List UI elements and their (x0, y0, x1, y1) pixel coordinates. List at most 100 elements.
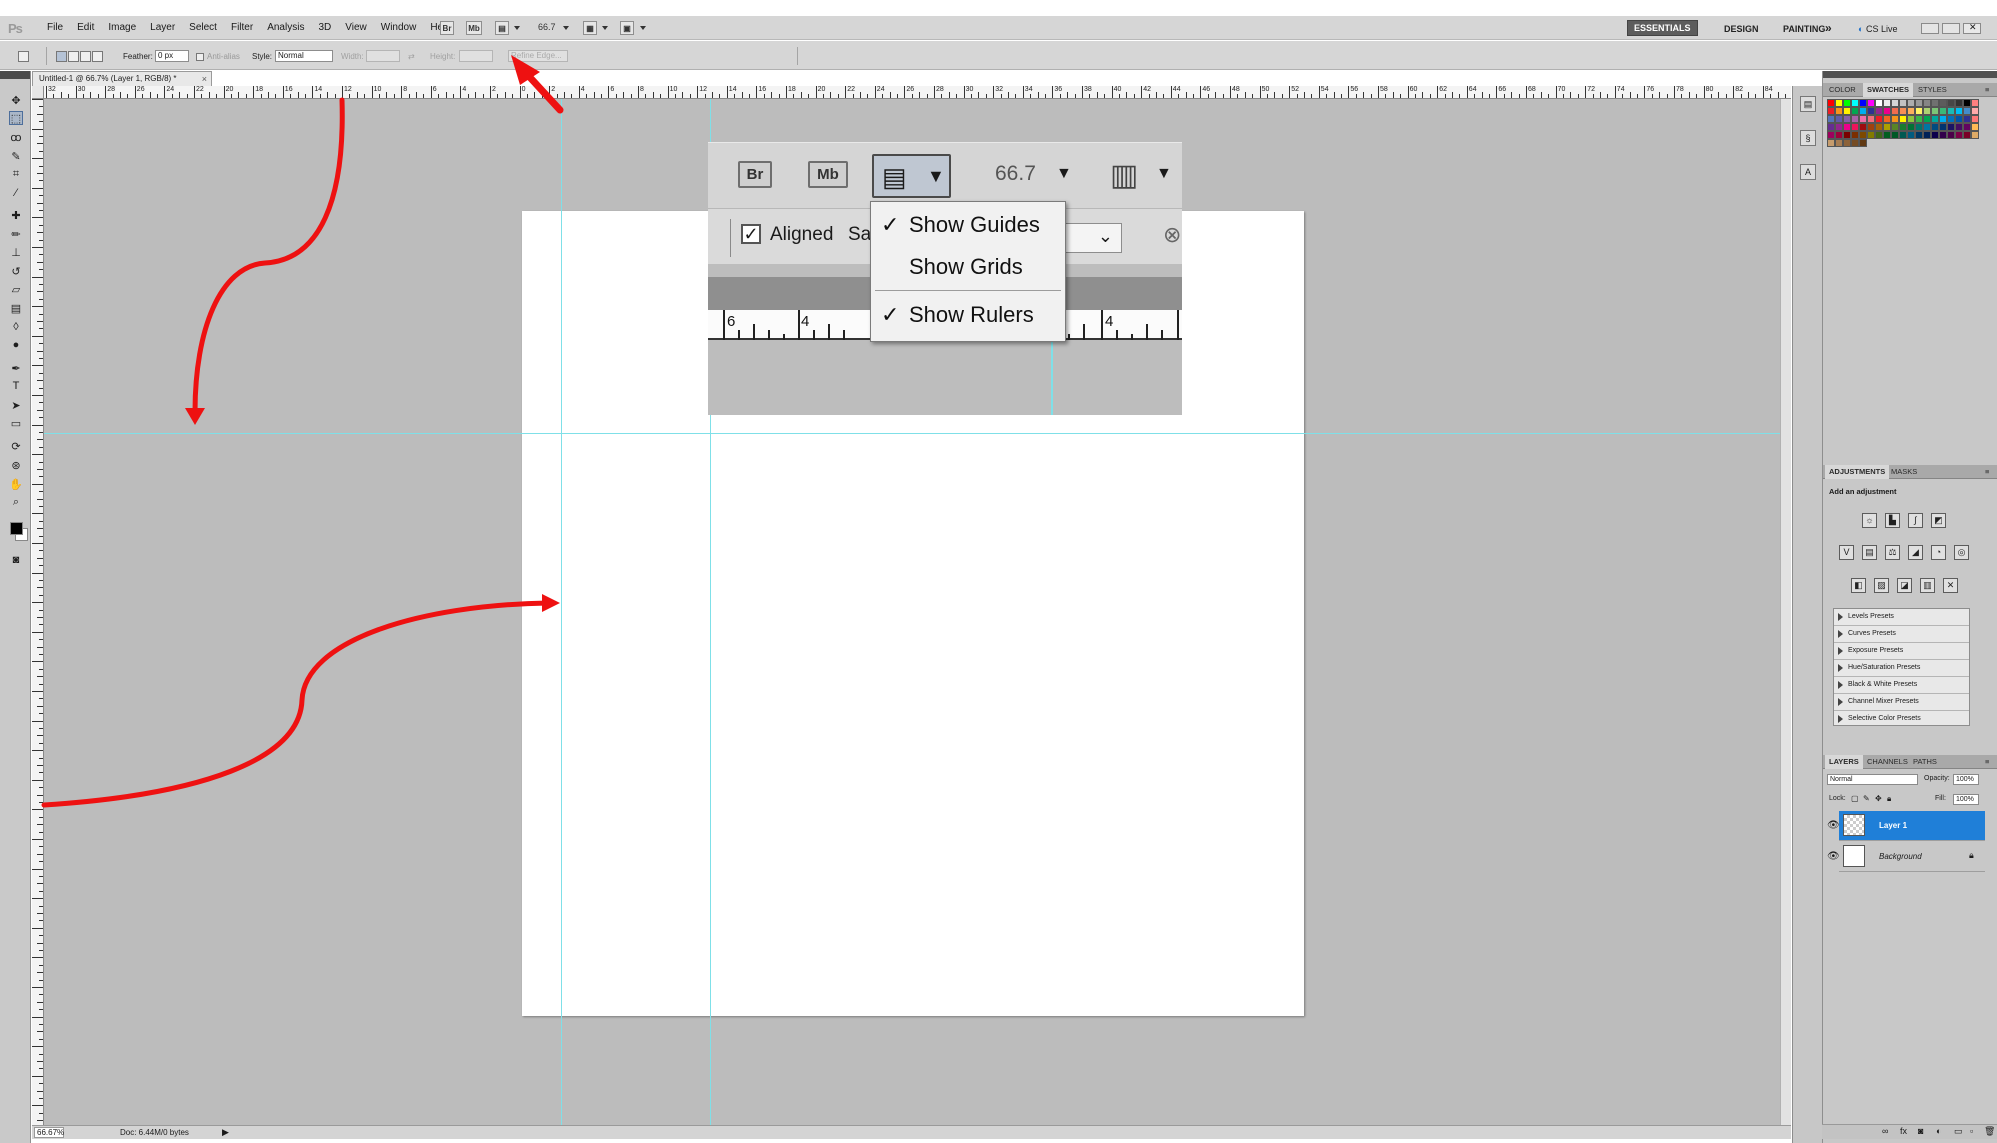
color-swatch[interactable] (1915, 131, 1923, 139)
lock-transparency-icon[interactable]: ▢ (1851, 794, 1859, 803)
horizontal-ruler[interactable]: 32 30 28 26 24 22 20 18 16 14 12 10 8 6 4 2 0 2 4 6 8 10 12 14 1… (44, 86, 1791, 99)
color-swatch[interactable] (1923, 123, 1931, 131)
layer-style-icon[interactable]: fx (1900, 1126, 1907, 1136)
restore-button[interactable] (1942, 23, 1960, 34)
blur-tool-icon[interactable]: ◊ (9, 320, 23, 334)
color-swatch[interactable] (1883, 107, 1891, 115)
menu-file[interactable]: File (40, 16, 70, 40)
color-swatch[interactable] (1971, 123, 1979, 131)
color-swatch[interactable] (1867, 99, 1875, 107)
blend-mode-select[interactable]: Normal (1827, 774, 1918, 785)
color-swatch[interactable] (1907, 131, 1915, 139)
color-swatch[interactable] (1931, 107, 1939, 115)
tab-channels[interactable]: CHANNELS (1863, 755, 1912, 769)
close-document-icon[interactable]: × (202, 72, 207, 86)
color-swatch[interactable] (1851, 139, 1859, 147)
color-swatch[interactable] (1827, 107, 1835, 115)
antialias-checkbox[interactable] (196, 53, 204, 61)
color-swatch[interactable] (1899, 115, 1907, 123)
clone-stamp-tool-icon[interactable]: ⊥ (9, 245, 23, 259)
new-selection-mode-button[interactable] (56, 51, 67, 62)
color-swatch[interactable] (1947, 107, 1955, 115)
color-swatch[interactable] (1843, 123, 1851, 131)
color-swatch[interactable] (1835, 99, 1843, 107)
ruler-origin[interactable] (32, 86, 44, 99)
color-swatch[interactable] (1939, 99, 1947, 107)
launch-minibridge-button[interactable]: Mb (466, 21, 482, 35)
preset-levels[interactable]: Levels Presets (1834, 609, 1969, 626)
gradient-tool-icon[interactable]: ▤ (9, 301, 23, 315)
quick-mask-icon[interactable]: ◙ (9, 553, 23, 567)
quick-selection-tool-icon[interactable]: ✎ (9, 149, 23, 163)
color-swatch[interactable] (1859, 131, 1867, 139)
color-swatch[interactable] (1835, 107, 1843, 115)
black-white-icon[interactable]: ◢ (1908, 545, 1923, 560)
color-balance-icon[interactable]: ⚖ (1885, 545, 1900, 560)
layer-visibility-eye-icon[interactable]: 👁︎ (1827, 821, 1840, 831)
menu-image[interactable]: Image (101, 16, 143, 40)
menu-edit[interactable]: Edit (70, 16, 101, 40)
spot-healing-tool-icon[interactable]: ✚ (9, 208, 23, 222)
levels-icon[interactable]: ▙ (1885, 513, 1900, 528)
document-tab[interactable]: Untitled-1 @ 66.7% (Layer 1, RGB/8) * × (32, 71, 212, 86)
color-swatch[interactable] (1843, 139, 1851, 147)
color-swatch[interactable] (1923, 107, 1931, 115)
color-swatch[interactable] (1827, 139, 1835, 147)
tab-paths[interactable]: PATHS (1909, 755, 1941, 769)
color-swatch[interactable] (1923, 99, 1931, 107)
color-swatch[interactable] (1851, 107, 1859, 115)
tab-color[interactable]: COLOR (1825, 83, 1860, 97)
view-extras-dropdown-icon[interactable] (514, 26, 520, 30)
color-swatch[interactable] (1955, 107, 1963, 115)
posterize-icon[interactable]: ▨ (1874, 578, 1889, 593)
eraser-tool-icon[interactable]: ▱ (9, 282, 23, 296)
preset-exposure[interactable]: Exposure Presets (1834, 643, 1969, 660)
color-swatch[interactable] (1883, 131, 1891, 139)
color-swatch[interactable] (1915, 115, 1923, 123)
menu-analysis[interactable]: Analysis (260, 16, 311, 40)
color-swatch[interactable] (1859, 107, 1867, 115)
new-group-icon[interactable]: ▭ (1954, 1126, 1963, 1137)
color-swatch[interactable] (1891, 99, 1899, 107)
horizontal-guide[interactable] (44, 433, 1780, 434)
add-selection-mode-button[interactable] (68, 51, 79, 62)
color-swatch[interactable] (1955, 99, 1963, 107)
color-swatch[interactable] (1859, 115, 1867, 123)
preset-channel-mixer[interactable]: Channel Mixer Presets (1834, 694, 1969, 711)
color-swatch[interactable] (1939, 115, 1947, 123)
color-swatch[interactable] (1843, 99, 1851, 107)
menu-layer[interactable]: Layer (143, 16, 182, 40)
preset-hue-saturation[interactable]: Hue/Saturation Presets (1834, 660, 1969, 677)
history-panel-icon[interactable]: ▤ (1800, 96, 1816, 112)
color-swatch[interactable] (1875, 131, 1883, 139)
dock-header[interactable] (1823, 71, 1997, 78)
color-swatch[interactable] (1835, 123, 1843, 131)
preset-black-white[interactable]: Black & White Presets (1834, 677, 1969, 694)
color-swatch[interactable] (1875, 123, 1883, 131)
color-swatch[interactable] (1971, 115, 1979, 123)
color-swatch[interactable] (1915, 123, 1923, 131)
color-swatch[interactable] (1915, 107, 1923, 115)
color-swatch[interactable] (1891, 123, 1899, 131)
color-swatch[interactable] (1875, 107, 1883, 115)
cs-live-button[interactable]: ◐ CS Live (1852, 22, 1903, 36)
menu-view[interactable]: View (338, 16, 374, 40)
tools-panel-header[interactable] (0, 71, 30, 79)
color-swatch[interactable] (1963, 123, 1971, 131)
rectangle-shape-tool-icon[interactable]: ▭ (9, 416, 23, 430)
color-swatch[interactable] (1883, 99, 1891, 107)
path-selection-tool-icon[interactable]: ➤ (9, 398, 23, 412)
color-swatch[interactable] (1883, 123, 1891, 131)
arrange-dropdown-icon[interactable] (602, 26, 608, 30)
intersect-selection-mode-button[interactable] (92, 51, 103, 62)
lock-all-icon[interactable]: 🔒︎ (1887, 794, 1891, 804)
color-swatch[interactable] (1835, 131, 1843, 139)
screen-mode-dropdown-icon[interactable] (640, 26, 646, 30)
color-swatch[interactable] (1931, 123, 1939, 131)
color-swatch[interactable] (1875, 115, 1883, 123)
tab-masks[interactable]: MASKS (1887, 465, 1921, 479)
color-swatch[interactable] (1931, 131, 1939, 139)
color-swatch[interactable] (1899, 107, 1907, 115)
color-swatch[interactable] (1875, 99, 1883, 107)
color-swatch[interactable] (1899, 99, 1907, 107)
